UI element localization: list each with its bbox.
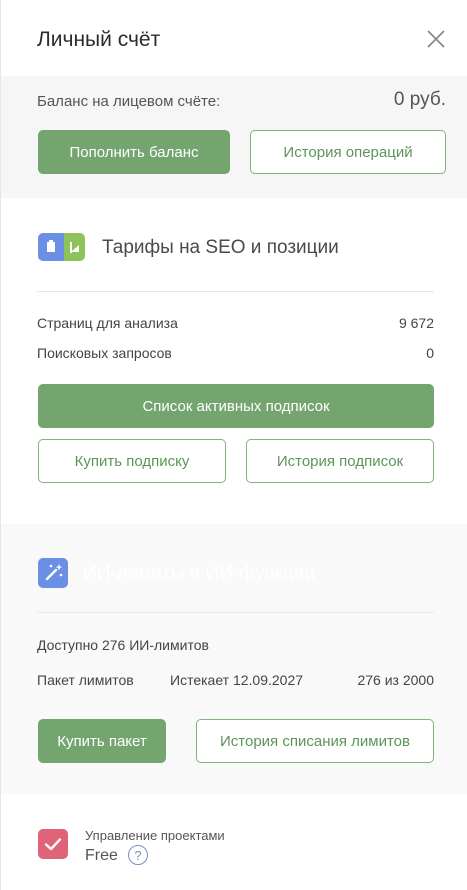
- account-panel: Личный счёт Баланс на лицевом счёте: 0 р…: [0, 0, 467, 890]
- subscription-history-button[interactable]: История подписок: [246, 439, 434, 483]
- seo-tariff-icon: [38, 233, 85, 261]
- ai-available-limits: Доступно 276 ИИ-лимитов: [37, 637, 209, 653]
- operations-history-button[interactable]: История операций: [250, 130, 446, 174]
- checkmark-icon: [38, 829, 68, 859]
- panel-header: Личный счёт: [1, 0, 467, 76]
- project-management-label: Управление проектами: [85, 828, 225, 843]
- project-management-section: Управление проектами Free ?: [1, 794, 467, 890]
- limit-package-label: Пакет лимитов: [37, 672, 134, 688]
- pages-for-analysis-value: 9 672: [398, 315, 434, 331]
- close-icon[interactable]: [423, 26, 449, 52]
- limit-package-usage: 276 из 2000: [357, 672, 434, 688]
- balance-section: Баланс на лицевом счёте: 0 руб. Пополнит…: [1, 76, 467, 198]
- seo-tariff-card: Тарифы на SEO и позиции Страниц для анал…: [1, 198, 467, 524]
- search-queries-value: 0: [426, 345, 434, 361]
- magic-wand-icon: [38, 558, 68, 588]
- limits-history-button[interactable]: История списания лимитов: [196, 719, 434, 763]
- active-subscriptions-button[interactable]: Список активных подписок: [38, 384, 434, 428]
- topup-balance-button[interactable]: Пополнить баланс: [38, 130, 230, 174]
- page-title: Личный счёт: [37, 28, 161, 51]
- balance-label: Баланс на лицевом счёте:: [37, 93, 221, 110]
- buy-package-button[interactable]: Купить пакет: [38, 719, 166, 763]
- seo-tariff-heading: Тарифы на SEO и позиции: [102, 237, 339, 258]
- ai-limits-heading: ИИ-лимиты и ИИ-функции: [83, 563, 316, 584]
- search-queries-label: Поисковых запросов: [37, 345, 172, 361]
- divider: [37, 612, 434, 613]
- balance-amount: 0 руб.: [393, 89, 446, 110]
- buy-subscription-button[interactable]: Купить подписку: [38, 439, 226, 483]
- divider: [37, 291, 434, 292]
- limit-package-expiry: Истекает 12.09.2027: [170, 672, 304, 688]
- pages-for-analysis-label: Страниц для анализа: [37, 315, 178, 331]
- ai-limits-card: ИИ-лимиты и ИИ-функции Доступно 276 ИИ-л…: [1, 524, 467, 794]
- plan-name: Free: [85, 847, 118, 864]
- help-icon[interactable]: ?: [128, 845, 148, 865]
